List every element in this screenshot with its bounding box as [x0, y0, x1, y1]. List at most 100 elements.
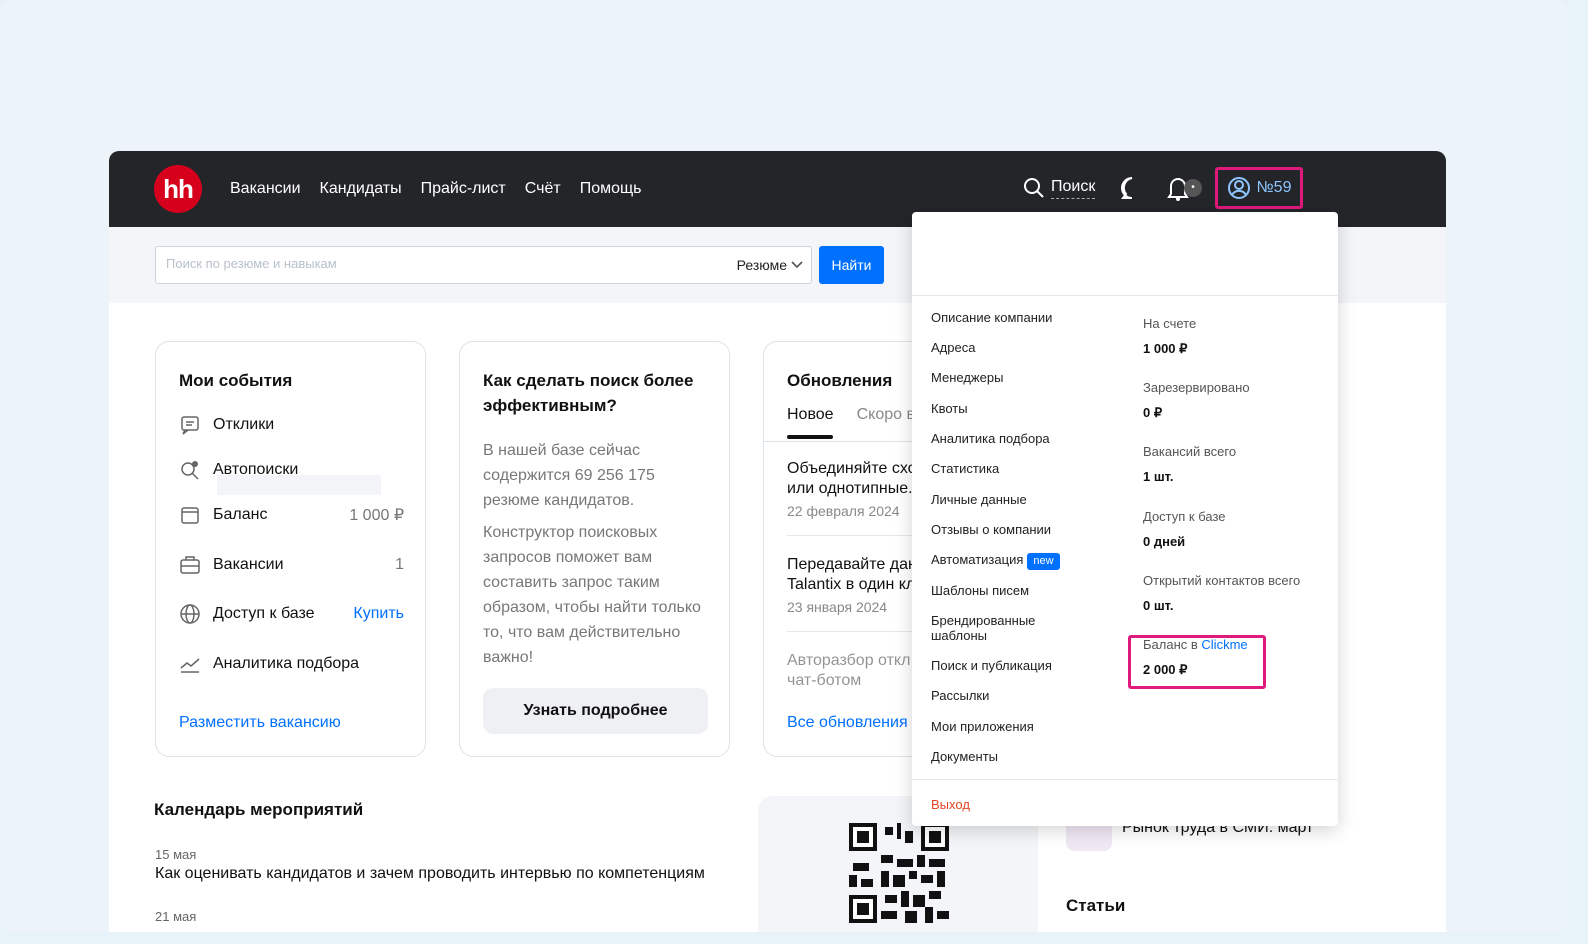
menu-automation-label: Автоматизация [931, 552, 1024, 567]
events-item-responses[interactable]: Отклики [179, 413, 404, 437]
menu-managers[interactable]: Менеджеры [931, 370, 1081, 385]
find-button[interactable]: Найти [819, 246, 884, 284]
calendar-event[interactable]: Как оценивать кандидатов и зачем проводи… [155, 865, 705, 883]
events-item-analytics[interactable]: Аналитика подбора [179, 652, 404, 676]
stat-value: 0 дней [1143, 534, 1186, 549]
screenshot-background: hh Вакансии Кандидаты Прайс-лист Счёт По… [0, 0, 1568, 932]
menu-email-templates[interactable]: Шаблоны писем [931, 583, 1081, 598]
clickme-highlight [1128, 635, 1266, 689]
chevron-down-icon [791, 261, 803, 269]
wallet-icon [179, 504, 201, 526]
menu-automation[interactable]: Автоматизация new [931, 552, 1081, 570]
stat-value: 0 ₽ [1143, 405, 1163, 420]
topbar-search-label: Поиск [1051, 178, 1096, 199]
events-card: Мои события Отклики Автопоиски Баланс 1 … [155, 341, 426, 757]
stat-label: Доступ к базе [1143, 509, 1226, 524]
calendar-date: 15 мая [155, 847, 197, 862]
nav-pricelist[interactable]: Прайс-лист [421, 180, 506, 198]
stat-value: 1 000 ₽ [1143, 341, 1188, 356]
tips-card: Как сделать поиск более эффективным? В н… [459, 341, 730, 757]
menu-company-description[interactable]: Описание компании [931, 310, 1081, 325]
account-menu-button[interactable]: №59 [1215, 167, 1303, 209]
menu-analytics[interactable]: Аналитика подбора [931, 431, 1081, 446]
menu-my-apps[interactable]: Мои приложения [931, 719, 1081, 734]
events-item-balance[interactable]: Баланс 1 000 ₽ [179, 503, 404, 527]
stat-label: Вакансий всего [1143, 444, 1237, 459]
menu-branded-line2: шаблоны [931, 628, 988, 643]
updates-tabs: Новое Скоро в [787, 406, 915, 439]
new-badge: new [1027, 553, 1060, 570]
calendar-date: 21 мая [155, 909, 197, 924]
menu-search-publication[interactable]: Поиск и публикация [931, 658, 1081, 673]
menu-personal-data[interactable]: Личные данные [931, 492, 1081, 507]
search-type-select[interactable]: Резюме [737, 257, 803, 273]
stat-contacts: Открытий контактов всего 0 шт. [1143, 573, 1323, 613]
dropdown-divider [912, 779, 1338, 780]
tips-paragraph-1: В нашей базе сейчас содержится 69 256 17… [483, 442, 655, 509]
menu-statistics[interactable]: Статистика [931, 461, 1081, 476]
main-nav: Вакансии Кандидаты Прайс-лист Счёт Помощ… [230, 151, 641, 227]
globe-icon [179, 603, 201, 625]
stat-balance: На счете 1 000 ₽ [1143, 316, 1323, 357]
tips-title: Как сделать поиск более эффективным? [483, 371, 694, 415]
menu-quotas[interactable]: Квоты [931, 401, 1081, 416]
all-updates-link[interactable]: Все обновления [787, 714, 908, 732]
redacted-area [217, 475, 381, 495]
chart-icon [179, 653, 201, 675]
stat-label: Зарезервировано [1143, 380, 1250, 395]
resume-search-box: Резюме [155, 246, 812, 284]
autosearch-icon [179, 459, 201, 481]
events-item-label: Доступ к базе [213, 605, 315, 622]
qr-code [849, 823, 949, 923]
menu-mailings[interactable]: Рассылки [931, 688, 1081, 703]
stat-value: 1 шт. [1143, 469, 1174, 484]
hh-logo[interactable]: hh [154, 165, 202, 213]
learn-more-button[interactable]: Узнать подробнее [483, 688, 708, 734]
menu-documents[interactable]: Документы [931, 749, 1081, 764]
events-item-label: Аналитика подбора [213, 655, 360, 672]
events-item-label: Вакансии [213, 556, 284, 573]
stat-label: На счете [1143, 316, 1197, 331]
calendar-title: Календарь мероприятий [154, 800, 364, 819]
stat-db-access: Доступ к базе 0 дней [1143, 509, 1323, 549]
nav-help[interactable]: Помощь [580, 180, 642, 198]
tips-paragraph-2: Конструктор поисковых запросов поможет в… [483, 524, 701, 666]
nav-candidates[interactable]: Кандидаты [320, 180, 402, 198]
menu-branded-templates[interactable]: Брендированные шаблоны [931, 613, 1081, 643]
menu-branded-line1: Брендированные [931, 613, 1036, 628]
stat-label: Открытий контактов всего [1143, 573, 1301, 588]
chat-icon [179, 414, 201, 436]
tips-text: В нашей базе сейчас содержится 69 256 17… [483, 438, 713, 670]
logout-link[interactable]: Выход [931, 797, 970, 812]
post-vacancy-link[interactable]: Разместить вакансию [179, 714, 341, 732]
search-icon [1024, 178, 1044, 198]
articles-title: Статьи [1066, 896, 1126, 915]
menu-company-reviews[interactable]: Отзывы о компании [931, 522, 1081, 537]
briefcase-icon [179, 554, 201, 576]
account-dropdown: Описание компании Адреса Менеджеры Квоты… [912, 212, 1338, 826]
updates-title: Обновления [787, 371, 893, 390]
dropdown-header [912, 212, 1338, 296]
balance-value: 1 000 ₽ [349, 507, 404, 524]
stat-reserved: Зарезервировано 0 ₽ [1143, 380, 1323, 421]
tab-new[interactable]: Новое [787, 406, 834, 439]
events-item-label: Баланс [213, 506, 268, 523]
nav-account[interactable]: Счёт [525, 180, 561, 198]
account-label: №59 [1256, 179, 1292, 196]
nav-vacancies[interactable]: Вакансии [230, 180, 301, 198]
chat-icon[interactable] [1119, 175, 1145, 201]
vacancies-count: 1 [395, 556, 404, 573]
menu-addresses[interactable]: Адреса [931, 340, 1081, 355]
resume-search-input[interactable] [166, 256, 706, 271]
tab-soon[interactable]: Скоро в [857, 406, 915, 424]
events-item-db-access: Доступ к базе Купить [179, 602, 404, 626]
events-item-vacancies[interactable]: Вакансии 1 [179, 553, 404, 577]
events-item-label: Отклики [213, 416, 275, 433]
stat-value: 0 шт. [1143, 598, 1174, 613]
buy-access-link[interactable]: Купить [353, 605, 404, 623]
notification-badge: • [1184, 179, 1202, 197]
user-icon [1227, 177, 1250, 199]
topbar-search[interactable]: Поиск [1023, 177, 1096, 199]
events-title: Мои события [179, 371, 293, 390]
stat-vacancies: Вакансий всего 1 шт. [1143, 444, 1323, 484]
